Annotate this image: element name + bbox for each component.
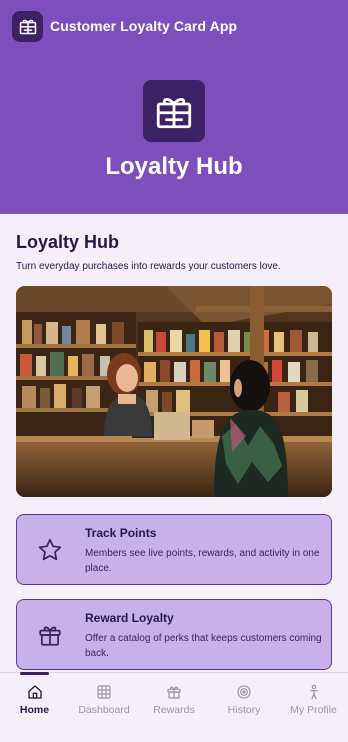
person-icon: [306, 684, 322, 700]
gift-card-icon: [143, 80, 205, 142]
gift-card-icon: [12, 10, 43, 42]
tab-my-profile[interactable]: My Profile: [279, 673, 348, 742]
bottom-tab-bar: Home Dashboard Rewards History My Profil…: [0, 672, 348, 742]
feature-title: Track Points: [85, 526, 157, 540]
feature-description: Members see live points, rewards, and ac…: [85, 548, 320, 574]
dashboard-grid-icon: [96, 684, 112, 700]
tab-home[interactable]: Home: [0, 672, 69, 742]
home-icon: [27, 684, 43, 700]
star-icon: [37, 537, 63, 563]
tab-label: Dashboard: [78, 704, 130, 716]
hero-title: Loyalty Hub: [105, 153, 243, 180]
app-title: Customer Loyalty Card App: [50, 18, 238, 34]
tab-label: History: [227, 704, 261, 716]
tab-label: Home: [19, 704, 50, 716]
tab-label: My Profile: [290, 704, 337, 716]
feature-card-reward-loyalty[interactable]: Reward Loyalty Offer a catalog of perks …: [16, 599, 332, 670]
section-subtitle: Turn everyday purchases into rewards you…: [16, 261, 281, 272]
feature-description: Offer a catalog of perks that keeps cust…: [85, 633, 322, 659]
main-content[interactable]: Loyalty Hub Turn everyday purchases into…: [0, 214, 348, 672]
target-icon: [236, 684, 252, 700]
gift-icon: [37, 622, 63, 648]
tab-label: Rewards: [153, 704, 195, 716]
app-bar: Customer Loyalty Card App: [12, 10, 237, 42]
store-counter-photo: [16, 286, 332, 497]
feature-title: Reward Loyalty: [85, 611, 174, 625]
active-tab-indicator: [20, 672, 49, 675]
section-title: Loyalty Hub: [16, 232, 120, 252]
gift-icon: [166, 684, 182, 700]
tab-rewards[interactable]: Rewards: [139, 673, 209, 742]
feature-card-track-points[interactable]: Track Points Members see live points, re…: [16, 514, 332, 585]
hero-header: Customer Loyalty Card App Loyalty Hub: [0, 0, 348, 214]
tab-history[interactable]: History: [209, 673, 279, 742]
tab-dashboard[interactable]: Dashboard: [69, 673, 139, 742]
